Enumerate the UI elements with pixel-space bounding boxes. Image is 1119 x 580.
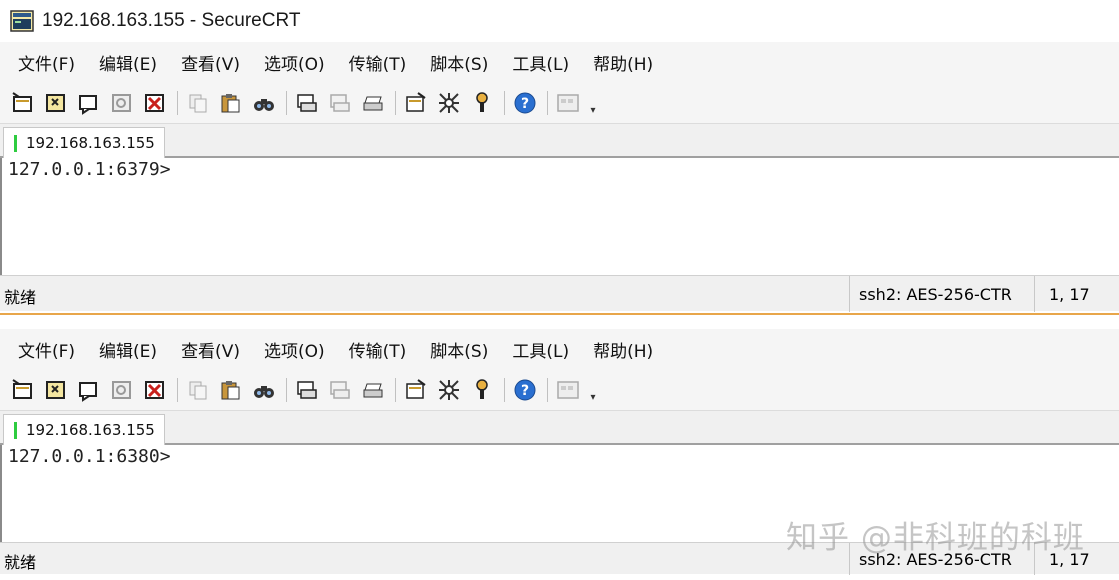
session-options-icon[interactable] <box>402 376 430 404</box>
menu-edit[interactable]: 编辑(E) <box>99 337 157 362</box>
menu-help[interactable]: 帮助(H) <box>593 337 653 362</box>
svg-text:?: ? <box>521 96 529 112</box>
print-screen-icon[interactable] <box>359 89 387 117</box>
session-tab-label: 192.168.163.155 <box>26 134 155 152</box>
securecrt-app-icon <box>10 9 34 33</box>
menu-bar: 文件(F) 编辑(E) 查看(V) 选项(O) 传输(T) 脚本(S) 工具(L… <box>0 42 1119 82</box>
paste-icon[interactable] <box>217 376 245 404</box>
session-options-icon[interactable] <box>402 89 430 117</box>
menu-transfer[interactable]: 传输(T) <box>349 337 407 362</box>
reconnect-icon[interactable] <box>108 89 136 117</box>
print-setup-icon[interactable] <box>293 89 321 117</box>
session-tab[interactable]: 192.168.163.155 <box>3 414 165 445</box>
status-cipher: ssh2: AES-256-CTR <box>849 276 1012 312</box>
print-icon[interactable] <box>326 376 354 404</box>
session-panel-1: 文件(F) 编辑(E) 查看(V) 选项(O) 传输(T) 脚本(S) 工具(L… <box>0 42 1119 312</box>
menu-script[interactable]: 脚本(S) <box>430 50 488 75</box>
toolbar: ? ▾ <box>0 82 1119 124</box>
session-tab-label: 192.168.163.155 <box>26 421 155 439</box>
print-setup-icon[interactable] <box>293 376 321 404</box>
connect-icon[interactable] <box>9 376 37 404</box>
menu-help[interactable]: 帮助(H) <box>593 50 653 75</box>
print-screen-icon[interactable] <box>359 376 387 404</box>
disconnect-icon[interactable] <box>141 89 169 117</box>
status-text: 就绪 <box>4 553 37 572</box>
menu-options[interactable]: 选项(O) <box>264 50 325 75</box>
menu-view[interactable]: 查看(V) <box>181 50 240 75</box>
menu-view[interactable]: 查看(V) <box>181 337 240 362</box>
connect-in-tab-icon[interactable] <box>75 376 103 404</box>
menu-bar: 文件(F) 编辑(E) 查看(V) 选项(O) 传输(T) 脚本(S) 工具(L… <box>0 329 1119 369</box>
quick-connect-icon[interactable] <box>42 376 70 404</box>
connected-indicator <box>14 134 17 152</box>
toolbar-separator <box>504 90 505 115</box>
global-options-icon[interactable] <box>435 376 463 404</box>
session-tab[interactable]: 192.168.163.155 <box>3 127 165 158</box>
menu-edit[interactable]: 编辑(E) <box>99 50 157 75</box>
tab-bar: 192.168.163.155 <box>0 124 1119 158</box>
connect-in-tab-icon[interactable] <box>75 89 103 117</box>
tab-bar: 192.168.163.155 <box>0 411 1119 445</box>
menu-tools[interactable]: 工具(L) <box>512 50 569 75</box>
connect-icon[interactable] <box>9 89 37 117</box>
toolbar-separator <box>395 377 396 402</box>
status-bar: 就绪 ssh2: AES-256-CTR 1, 17 <box>0 542 1119 575</box>
copy-icon[interactable] <box>184 89 212 117</box>
toolbar-separator <box>504 377 505 402</box>
toolbar-separator <box>286 90 287 115</box>
status-cipher: ssh2: AES-256-CTR <box>849 543 1012 575</box>
status-text: 就绪 <box>4 288 37 307</box>
terminal-prompt: 127.0.0.1:6380> <box>8 446 171 467</box>
copy-icon[interactable] <box>184 376 212 404</box>
toolbar-overflow-icon[interactable]: ▾ <box>587 88 599 118</box>
status-cursor-position: 1, 17 <box>1034 276 1090 312</box>
terminal-area[interactable]: 127.0.0.1:6379> <box>0 158 1119 275</box>
window-gap <box>0 315 1119 329</box>
keyboard-icon[interactable] <box>554 376 582 404</box>
print-icon[interactable] <box>326 89 354 117</box>
status-cursor-position: 1, 17 <box>1034 543 1090 575</box>
quick-connect-icon[interactable] <box>42 89 70 117</box>
toolbar-separator <box>547 377 548 402</box>
toolbar-separator <box>547 90 548 115</box>
terminal-prompt: 127.0.0.1:6379> <box>8 159 171 180</box>
connected-indicator <box>14 421 17 439</box>
toolbar-overflow-icon[interactable]: ▾ <box>587 375 599 405</box>
menu-script[interactable]: 脚本(S) <box>430 337 488 362</box>
paste-icon[interactable] <box>217 89 245 117</box>
global-options-icon[interactable] <box>435 89 463 117</box>
svg-text:?: ? <box>521 383 529 399</box>
keymap-icon[interactable] <box>468 89 496 117</box>
find-icon[interactable] <box>250 89 278 117</box>
menu-file[interactable]: 文件(F) <box>18 50 75 75</box>
find-icon[interactable] <box>250 376 278 404</box>
toolbar-separator <box>286 377 287 402</box>
menu-transfer[interactable]: 传输(T) <box>349 50 407 75</box>
toolbar-separator <box>395 90 396 115</box>
window-title: 192.168.163.155 - SecureCRT <box>42 10 301 31</box>
keymap-icon[interactable] <box>468 376 496 404</box>
terminal-area[interactable]: 127.0.0.1:6380> <box>0 445 1119 542</box>
title-bar: 192.168.163.155 - SecureCRT <box>0 0 1119 42</box>
toolbar-separator <box>177 90 178 115</box>
reconnect-icon[interactable] <box>108 376 136 404</box>
disconnect-icon[interactable] <box>141 376 169 404</box>
toolbar: ? ▾ <box>0 369 1119 411</box>
status-bar: 就绪 ssh2: AES-256-CTR 1, 17 <box>0 275 1119 312</box>
toolbar-separator <box>177 377 178 402</box>
help-icon[interactable]: ? <box>511 376 539 404</box>
help-icon[interactable]: ? <box>511 89 539 117</box>
menu-tools[interactable]: 工具(L) <box>512 337 569 362</box>
session-panel-2: 文件(F) 编辑(E) 查看(V) 选项(O) 传输(T) 脚本(S) 工具(L… <box>0 329 1119 575</box>
menu-file[interactable]: 文件(F) <box>18 337 75 362</box>
menu-options[interactable]: 选项(O) <box>264 337 325 362</box>
keyboard-icon[interactable] <box>554 89 582 117</box>
